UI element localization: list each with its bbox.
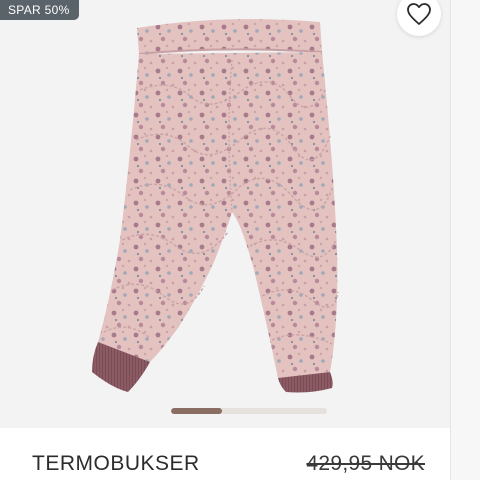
carousel-indicator-active — [171, 408, 223, 414]
product-image-area[interactable]: SPAR 50% — [0, 0, 450, 428]
heart-icon — [407, 3, 431, 25]
original-price: 429,95 NOK — [306, 452, 425, 475]
product-card[interactable]: SPAR 50% TERMOBUKSER 429,95 NOK — [0, 0, 450, 480]
sale-badge: SPAR 50% — [0, 0, 79, 20]
product-name[interactable]: TERMOBUKSER — [32, 452, 200, 476]
next-card-edge — [450, 0, 480, 480]
product-image — [92, 19, 339, 393]
carousel-indicator[interactable] — [171, 408, 327, 414]
